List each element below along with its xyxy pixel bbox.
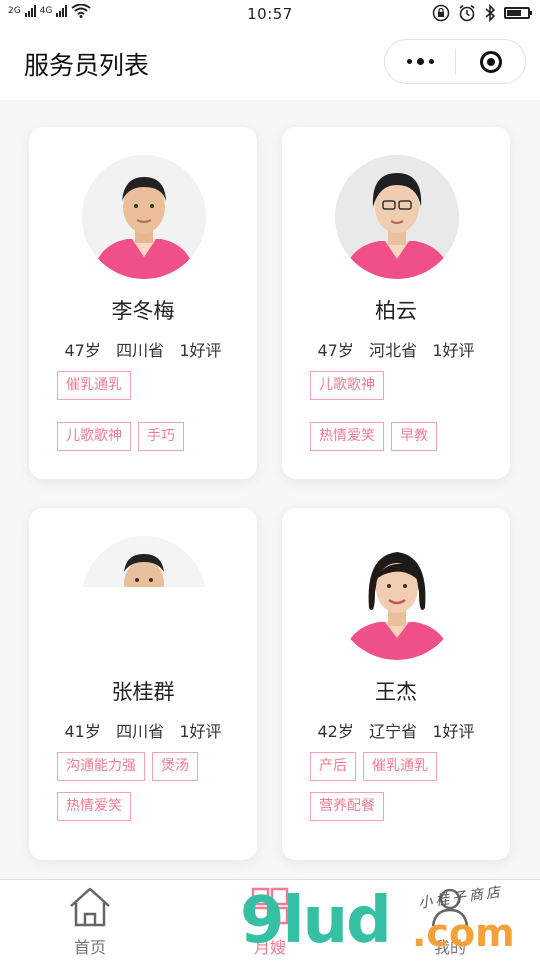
tag-list: 催乳通乳 儿歌歌神 手巧 [57, 371, 237, 451]
worker-name: 王杰 [375, 680, 417, 704]
bluetooth-icon [485, 4, 496, 22]
status-right [432, 4, 532, 22]
lock-rotation-icon [432, 4, 450, 22]
avatar [82, 155, 206, 279]
more-dots-icon[interactable] [385, 58, 455, 65]
tag: 热情爱笑 [310, 422, 384, 451]
tag: 儿歌歌神 [310, 371, 384, 400]
tag: 沟通能力强 [57, 752, 145, 781]
tag: 煲汤 [152, 752, 198, 781]
avatar [82, 536, 206, 660]
avatar [335, 536, 459, 660]
tab-label: 月嫂 [253, 938, 286, 957]
target-icon [479, 50, 502, 73]
nav-bar: 服务员列表 [0, 28, 540, 100]
tab-nanny[interactable]: 月嫂 [210, 886, 330, 958]
tag-list: 产后 催乳通乳 营养配餐 [310, 752, 490, 821]
alarm-icon [459, 4, 475, 22]
tab-label: 首页 [73, 938, 106, 957]
user-icon [431, 888, 469, 927]
tag: 营养配餐 [310, 792, 384, 821]
tag: 早教 [391, 422, 437, 451]
tag: 手巧 [138, 422, 184, 451]
worker-name: 李冬梅 [111, 299, 175, 323]
worker-meta: 42岁 辽宁省 1好评 [317, 722, 475, 741]
grid-icon [251, 887, 289, 925]
worker-meta: 47岁 河北省 1好评 [317, 341, 475, 360]
worker-card[interactable]: 李冬梅 47岁 四川省 1好评 催乳通乳 儿歌歌神 手巧 [29, 127, 257, 479]
tag: 催乳通乳 [363, 752, 437, 781]
battery-icon [504, 7, 532, 19]
page-title: 服务员列表 [24, 51, 150, 80]
close-mini-program-button[interactable] [456, 50, 525, 73]
mini-program-capsule [384, 39, 526, 84]
worker-meta: 41岁 四川省 1好评 [64, 722, 222, 741]
tab-mine[interactable]: 我的 [390, 886, 510, 958]
worker-name: 张桂群 [111, 680, 175, 704]
tag-list: 儿歌歌神 热情爱笑 早教 [310, 371, 490, 451]
status-bar: 2G 4G 10:57 [0, 0, 540, 28]
tab-bar: 首页 月嫂 我的 [0, 879, 540, 961]
tab-home[interactable]: 首页 [30, 886, 150, 958]
worker-card[interactable]: 柏云 47岁 河北省 1好评 儿歌歌神 热情爱笑 早教 [282, 127, 510, 479]
worker-name: 柏云 [375, 299, 417, 323]
battery-fill [507, 10, 521, 16]
tag-list: 沟通能力强 煲汤 热情爱笑 [57, 752, 237, 821]
worker-card[interactable]: 张桂群 41岁 四川省 1好评 沟通能力强 煲汤 热情爱笑 [29, 508, 257, 860]
avatar [335, 155, 459, 279]
worker-meta: 47岁 四川省 1好评 [64, 341, 222, 360]
tag: 儿歌歌神 [57, 422, 131, 451]
tag: 产后 [310, 752, 356, 781]
tab-label: 我的 [433, 938, 466, 957]
home-icon [70, 887, 110, 927]
tag: 催乳通乳 [57, 371, 131, 400]
tag: 热情爱笑 [57, 792, 131, 821]
worker-card[interactable]: 王杰 42岁 辽宁省 1好评 产后 催乳通乳 营养配餐 [282, 508, 510, 860]
